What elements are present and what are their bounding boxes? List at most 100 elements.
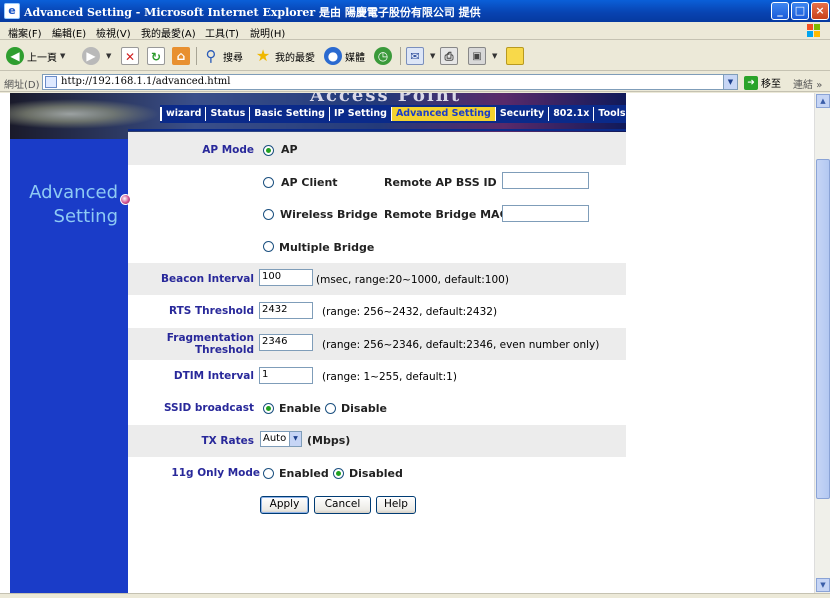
beacon-interval-input[interactable]: 100 [259, 269, 313, 286]
ssid-broadcast-radio-enable[interactable] [263, 403, 274, 414]
ap-mode-radio-multiple-bridge[interactable] [263, 241, 274, 252]
remote-ap-bssid-input[interactable] [502, 172, 589, 189]
only-11g-radio-disabled[interactable] [333, 468, 344, 479]
help-button[interactable]: Help [376, 496, 416, 514]
maximize-button[interactable]: □ [791, 2, 809, 20]
ap-mode-option-ap: AP [281, 143, 298, 156]
fragmentation-hint: (range: 256~2346, default:2346, even num… [322, 339, 600, 351]
nav-basic-setting[interactable]: Basic Setting [249, 107, 329, 121]
ssid-broadcast-radio-disable[interactable] [325, 403, 336, 414]
links-label: 連結 [793, 80, 813, 91]
ap-mode-radio-ap[interactable] [263, 145, 274, 156]
scroll-thumb[interactable] [816, 159, 830, 499]
remote-bridge-mac-label: Remote Bridge MAC [384, 208, 508, 221]
favorites-button[interactable]: ★ 我的最愛 [254, 45, 315, 67]
tx-rates-select[interactable]: Auto ▼ [260, 431, 302, 447]
nav-advanced-setting[interactable]: Advanced Setting [390, 107, 495, 121]
toolbar: ◀ 上一頁 ▼ ▶ ▼ ✕ ↻ ⌂ ⚲ 搜尋 ★ 我的最愛 ● 媒體 ◷ ✉ ▼… [0, 41, 830, 71]
page-icon [45, 76, 57, 88]
windows-logo-icon [807, 24, 820, 37]
menu-tools[interactable]: 工具(T) [205, 25, 239, 40]
only-11g-option-disabled: Disabled [349, 467, 403, 480]
nav-wizard[interactable]: wizard [160, 107, 205, 121]
scroll-down-icon[interactable]: ▼ [816, 578, 830, 592]
fragmentation-input[interactable]: 2346 [259, 334, 313, 351]
menu-help[interactable]: 說明(H) [250, 25, 285, 40]
address-label: 網址(D) [4, 80, 40, 91]
stop-icon: ✕ [121, 47, 139, 65]
history-button[interactable]: ◷ [374, 45, 395, 67]
tx-rates-value: Auto [263, 433, 287, 444]
media-button[interactable]: ● 媒體 [324, 45, 365, 67]
banner-swoosh [10, 99, 160, 129]
links-button[interactable]: 連結 » [793, 76, 822, 91]
rts-threshold-input[interactable]: 2432 [259, 302, 313, 319]
dtim-interval-label: DTIM Interval [173, 370, 254, 382]
toolbar-separator [400, 47, 401, 65]
apply-button[interactable]: Apply [260, 496, 309, 514]
cancel-button[interactable]: Cancel [314, 496, 371, 514]
side-title-line1: Advanced [29, 182, 118, 203]
edit-button[interactable]: ▣ ▼ [468, 45, 497, 67]
note-icon [506, 47, 524, 65]
refresh-icon: ↻ [147, 47, 165, 65]
history-icon: ◷ [374, 47, 392, 65]
back-button[interactable]: ◀ 上一頁 ▼ [6, 45, 65, 67]
ap-mode-label: AP Mode [202, 144, 254, 156]
toolbar-separator [196, 47, 197, 65]
remote-bridge-mac-input[interactable] [502, 205, 589, 222]
search-button[interactable]: ⚲ 搜尋 [202, 45, 244, 67]
page-viewport: Access Point wizard Status Basic Setting… [0, 93, 814, 593]
refresh-button[interactable]: ↻ [147, 45, 168, 67]
forward-button[interactable]: ▶ ▼ [82, 45, 111, 67]
print-button[interactable]: ⎙ [440, 45, 461, 67]
chevron-down-icon[interactable]: ▼ [723, 75, 737, 89]
search-label: 搜尋 [223, 52, 243, 64]
nav-8021x[interactable]: 802.1x [548, 107, 593, 121]
nav-security[interactable]: Security [494, 107, 548, 121]
fragmentation-label-line1: Fragmentation [166, 332, 254, 344]
left-sidebar [10, 93, 128, 593]
chevron-down-icon: ▼ [492, 52, 498, 60]
fragmentation-label: Fragmentation Threshold [150, 332, 254, 356]
menu-favorites[interactable]: 我的最愛(A) [141, 25, 196, 40]
scroll-up-icon[interactable]: ▲ [816, 94, 830, 108]
nav-tools[interactable]: Tools [593, 107, 626, 121]
vertical-scrollbar[interactable]: ▲ ▼ [814, 93, 830, 593]
ie-icon: e [4, 3, 20, 19]
window-title-bar[interactable]: e Advanced Setting - Microsoft Internet … [0, 0, 830, 22]
stop-button[interactable]: ✕ [121, 45, 142, 67]
main-nav: wizard Status Basic Setting IP Setting A… [160, 105, 626, 123]
minimize-button[interactable]: _ [771, 2, 789, 20]
ssid-broadcast-option-disable: Disable [341, 402, 387, 415]
close-button[interactable]: × [811, 2, 829, 20]
ap-mode-radio-wireless-bridge[interactable] [263, 209, 274, 220]
home-icon: ⌂ [172, 47, 190, 65]
forward-arrow-icon: ▶ [82, 47, 100, 65]
go-button[interactable]: ➜ 移至 [744, 75, 781, 90]
go-label: 移至 [761, 79, 781, 90]
fragmentation-label-line2: Threshold [195, 344, 254, 356]
favorites-label: 我的最愛 [275, 52, 315, 64]
media-icon: ● [324, 47, 342, 65]
nav-ip-setting[interactable]: IP Setting [328, 107, 391, 121]
only-11g-radio-enabled[interactable] [263, 468, 274, 479]
menu-view[interactable]: 檢視(V) [96, 25, 131, 40]
address-input[interactable]: http://192.168.1.1/advanced.html ▼ [42, 74, 738, 90]
ssid-broadcast-label: SSID broadcast [163, 402, 254, 414]
chevron-down-icon: ▼ [430, 52, 436, 60]
menu-edit[interactable]: 編輯(E) [52, 25, 86, 40]
edit-icon: ▣ [468, 47, 486, 65]
mail-button[interactable]: ✉ ▼ [406, 45, 435, 67]
menu-file[interactable]: 檔案(F) [8, 25, 42, 40]
messenger-button[interactable] [506, 45, 527, 67]
chevron-right-icon: » [816, 80, 823, 91]
tx-rates-label: TX Rates [201, 435, 254, 447]
address-bar: 網址(D) http://192.168.1.1/advanced.html ▼… [0, 72, 830, 92]
dtim-interval-input[interactable]: 1 [259, 367, 313, 384]
ap-mode-radio-client[interactable] [263, 177, 274, 188]
home-button[interactable]: ⌂ [172, 45, 193, 67]
side-title-line2: Setting [53, 206, 118, 227]
beacon-interval-hint: (msec, range:20~1000, default:100) [316, 274, 509, 286]
nav-status[interactable]: Status [205, 107, 249, 121]
